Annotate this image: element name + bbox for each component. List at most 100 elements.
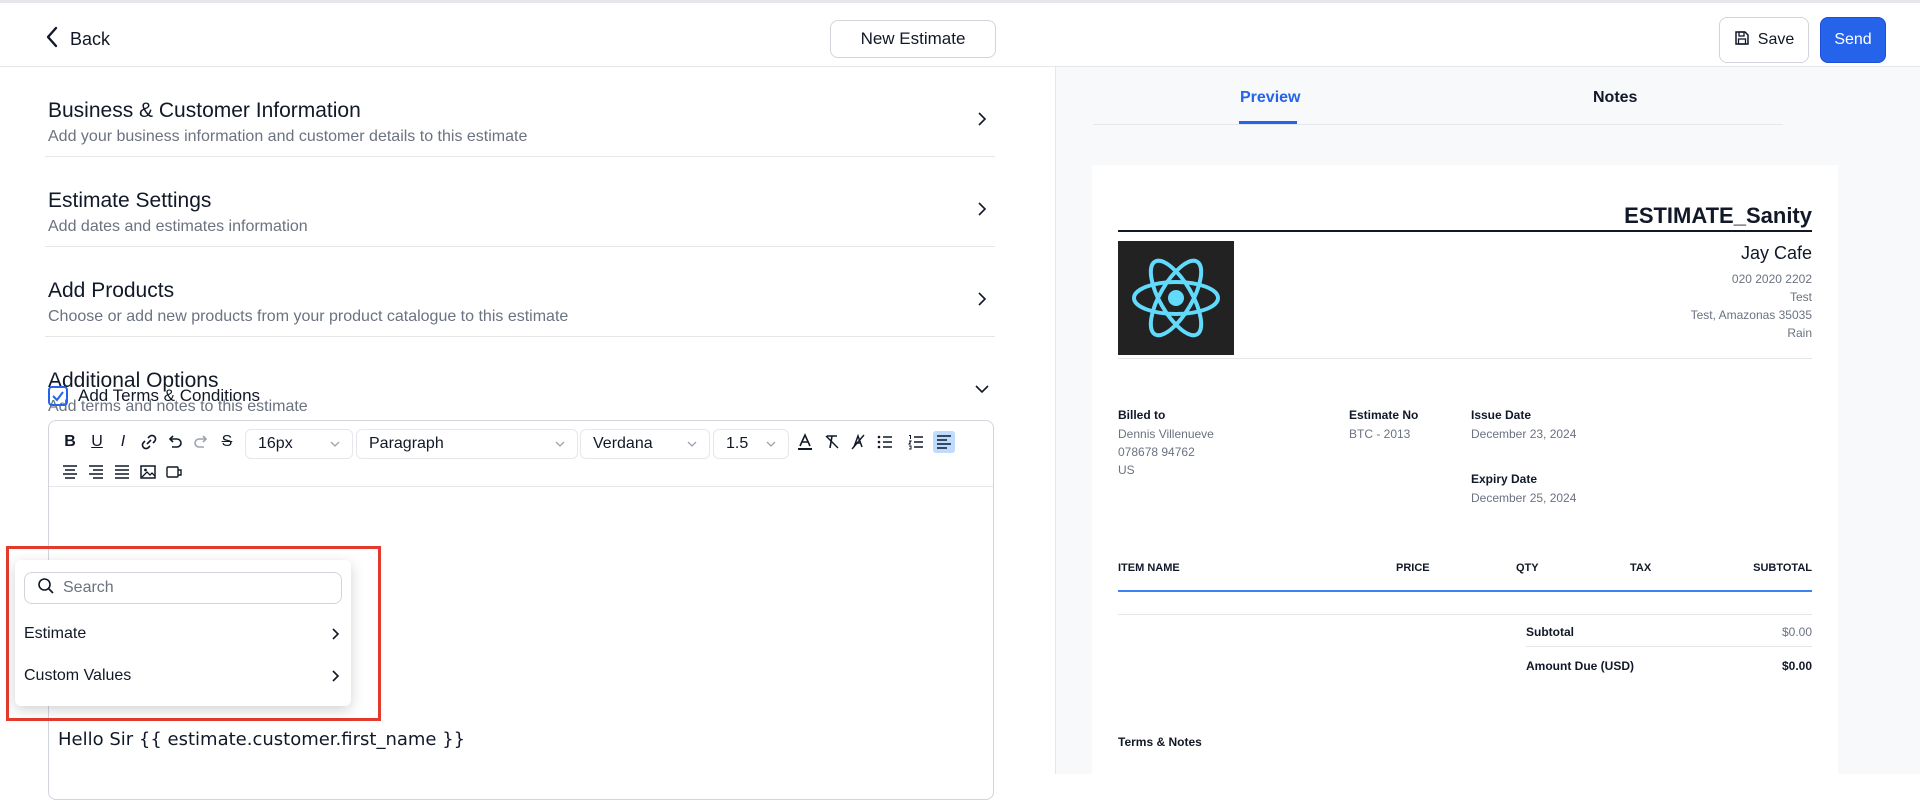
align-center-icon[interactable] xyxy=(59,461,81,483)
chevron-down-icon xyxy=(330,441,340,447)
react-logo-icon xyxy=(1132,258,1220,338)
align-right-icon[interactable] xyxy=(85,461,107,483)
business-logo xyxy=(1118,241,1234,355)
search-icon xyxy=(37,577,55,600)
section-estimate-settings[interactable]: Estimate Settings Add dates and estimate… xyxy=(45,157,995,247)
popup-item-label: Estimate xyxy=(24,625,87,642)
save-icon xyxy=(1734,30,1750,51)
block-type-value: Paragraph xyxy=(369,435,444,452)
tab-preview[interactable]: Preview xyxy=(1240,89,1300,107)
image-icon[interactable] xyxy=(137,461,159,483)
terms-checkbox-row[interactable]: Add Terms & Conditions xyxy=(48,386,260,406)
subtotal-value: $0.00 xyxy=(1781,625,1812,639)
amount-due-label: Amount Due (USD) xyxy=(1526,659,1634,673)
strikethrough-icon[interactable]: S xyxy=(216,431,238,453)
chevron-down-icon xyxy=(555,441,565,447)
font-size-select[interactable]: 16px xyxy=(245,429,353,459)
redo-icon[interactable] xyxy=(190,431,212,453)
billed-to-phone: 078678 94762 xyxy=(1118,445,1195,459)
section-subtitle: Add dates and estimates information xyxy=(48,218,308,235)
editor-content[interactable]: Hello Sir {{ estimate.customer.first_nam… xyxy=(58,729,465,750)
align-left-icon[interactable] xyxy=(933,431,955,453)
billed-to-name: Dennis Villenueve xyxy=(1118,427,1214,441)
popup-search-box[interactable] xyxy=(24,572,342,604)
text-color-icon[interactable] xyxy=(794,431,816,453)
business-info: Jay Cafe 020 2020 2202 Test Test, Amazon… xyxy=(1691,243,1812,342)
save-label: Save xyxy=(1757,31,1795,48)
expiry-date-label: Expiry Date xyxy=(1471,472,1538,486)
font-family-value: Verdana xyxy=(593,435,653,452)
header-bar: Back New Estimate Save Send xyxy=(0,3,1920,67)
link-icon[interactable] xyxy=(138,431,160,453)
totals-divider xyxy=(1526,646,1812,647)
terms-notes-heading: Terms & Notes xyxy=(1118,735,1202,749)
section-additional-options[interactable]: Additional Options Add terms and notes t… xyxy=(45,337,995,427)
editor-toolbar: B U I S 16px Paragraph Verdana 1.5 xyxy=(49,421,993,487)
chevron-left-icon xyxy=(44,25,60,54)
chevron-down-icon xyxy=(766,441,776,447)
italic-icon[interactable]: I xyxy=(112,431,134,453)
business-name: Jay Cafe xyxy=(1740,243,1812,263)
table-divider xyxy=(1118,614,1812,615)
tab-notes[interactable]: Notes xyxy=(1593,89,1637,107)
preview-tabs: Preview Notes xyxy=(1093,67,1783,125)
highlight-off-icon[interactable] xyxy=(847,431,869,453)
line-height-value: 1.5 xyxy=(726,435,749,452)
terms-checkbox[interactable] xyxy=(48,386,68,406)
section-business-customer[interactable]: Business & Customer Information Add your… xyxy=(45,67,995,157)
bullet-list-icon[interactable] xyxy=(874,431,896,453)
business-address-line2: Test, Amazonas 35035 xyxy=(1690,308,1812,322)
bold-icon[interactable]: B xyxy=(59,431,81,453)
line-height-select[interactable]: 1.5 xyxy=(713,429,789,459)
expiry-date-value: December 25, 2024 xyxy=(1471,491,1577,505)
section-title: Add Products xyxy=(48,279,175,302)
section-add-products[interactable]: Add Products Choose or add new products … xyxy=(45,247,995,337)
back-button[interactable]: Back xyxy=(44,25,110,54)
terms-checkbox-label: Add Terms & Conditions xyxy=(78,386,261,405)
column-header-item-name: ITEM NAME xyxy=(1118,562,1180,574)
business-phone: 020 2020 2202 xyxy=(1731,272,1812,286)
popup-item-custom-values[interactable]: Custom Values xyxy=(24,659,342,693)
chevron-right-icon xyxy=(978,112,987,126)
amount-due-value: $0.00 xyxy=(1781,659,1812,673)
column-header-price: PRICE xyxy=(1396,562,1430,574)
font-family-select[interactable]: Verdana xyxy=(580,429,710,459)
estimate-no-value: BTC - 2013 xyxy=(1349,427,1411,441)
align-justify-icon[interactable] xyxy=(111,461,133,483)
block-type-select[interactable]: Paragraph xyxy=(356,429,578,459)
chevron-down-icon xyxy=(975,385,989,394)
undo-icon[interactable] xyxy=(164,431,186,453)
business-address-line3: Rain xyxy=(1787,326,1812,340)
column-header-qty: QTY xyxy=(1516,562,1539,574)
custom-value-icon[interactable] xyxy=(163,461,185,483)
popup-item-label: Custom Values xyxy=(24,667,132,684)
popup-search-input[interactable] xyxy=(63,579,323,597)
back-label: Back xyxy=(70,29,111,49)
chevron-down-icon xyxy=(687,441,697,447)
issue-date-label: Issue Date xyxy=(1471,408,1532,422)
billed-to-label: Billed to xyxy=(1118,408,1166,422)
section-title: Business & Customer Information xyxy=(48,99,361,122)
chevron-right-icon xyxy=(332,670,340,682)
subtotal-label: Subtotal xyxy=(1526,625,1574,639)
chevron-right-icon xyxy=(332,628,340,640)
document-title-button[interactable]: New Estimate xyxy=(830,20,996,58)
billed-to-country: US xyxy=(1118,463,1135,477)
clear-format-icon[interactable] xyxy=(821,431,843,453)
send-button[interactable]: Send xyxy=(1820,17,1886,63)
save-button[interactable]: Save xyxy=(1719,17,1809,63)
font-size-value: 16px xyxy=(258,435,293,452)
estimate-title: ESTIMATE_Sanity xyxy=(1624,203,1812,228)
section-subtitle: Add your business information and custom… xyxy=(48,128,528,145)
table-header-divider xyxy=(1118,590,1812,592)
column-header-tax: TAX xyxy=(1630,562,1652,574)
active-tab-indicator xyxy=(1239,121,1297,124)
issue-date-value: December 23, 2024 xyxy=(1471,427,1577,441)
chevron-right-icon xyxy=(978,202,987,216)
popup-item-estimate[interactable]: Estimate xyxy=(24,617,342,651)
header-divider xyxy=(1118,358,1812,359)
business-address-line1: Test xyxy=(1789,290,1812,304)
numbered-list-icon[interactable] xyxy=(905,431,927,453)
underline-icon[interactable]: U xyxy=(86,431,108,453)
section-title: Estimate Settings xyxy=(48,189,212,212)
